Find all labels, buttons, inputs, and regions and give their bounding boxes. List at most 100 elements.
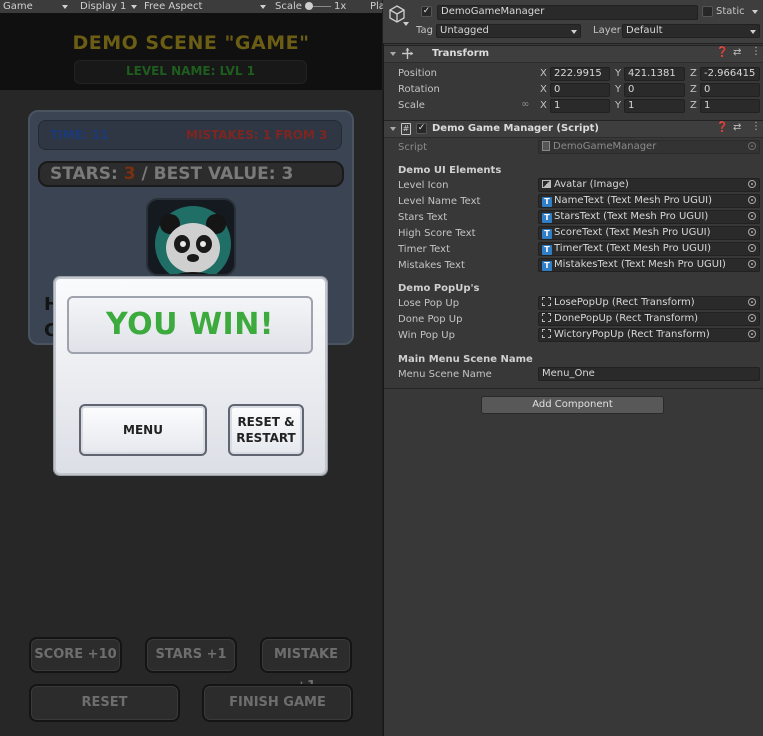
chevron-down-icon[interactable] [403,22,409,26]
object-picker-icon[interactable] [748,228,756,236]
help-icon[interactable]: ❓ [716,47,728,58]
panda-avatar [146,198,236,276]
aspect-dropdown[interactable]: Free Aspect [144,0,202,13]
stars-value: 3 [123,164,136,184]
foldout-arrow-icon[interactable] [390,52,396,56]
rotation-z-field[interactable]: 0 [700,83,760,97]
object-picker-icon[interactable] [748,330,756,338]
score-plus-10-button[interactable]: SCORE +10 [29,637,122,673]
image-icon [542,180,551,188]
chevron-down-icon [571,30,577,34]
object-picker-icon[interactable] [748,314,756,322]
mistakes-text: MISTAKES: 1 FROM 3 [186,128,328,142]
stars-text-field[interactable]: T StarsText (Text Mesh Pro UGUI) [538,210,760,224]
game-tab-dropdown[interactable]: Game [3,0,33,13]
chevron-down-icon [131,5,137,9]
reset-button[interactable]: RESET [29,684,180,722]
scale-x-field[interactable]: 1 [550,99,610,113]
object-name-field[interactable]: DemoGameManager [437,5,698,20]
field-label: Mistakes Text [398,260,465,271]
help-icon[interactable]: ❓ [716,122,728,133]
win-popup-field[interactable]: WictoryPopUp (Rect Transform) [538,328,760,342]
scale-y-field[interactable]: 1 [624,99,685,113]
position-y-field[interactable]: 421.1381 [624,67,685,81]
object-picker-icon[interactable] [748,212,756,220]
script-component-title: Demo Game Manager (Script) [432,123,599,134]
game-view-toolbar: Game Display 1 Free Aspect Scale 1x Pla [0,0,385,13]
menu-button[interactable]: MENU [79,404,207,456]
component-enabled-checkbox[interactable]: ✓ [416,123,427,134]
axis-y-label: Y [615,84,622,95]
object-picker-icon[interactable] [748,298,756,306]
rotation-label: Rotation [398,84,440,95]
object-picker-icon[interactable] [748,196,756,204]
level-name-text: LEVEL NAME: LVL 1 [125,64,256,78]
scale-slider-knob[interactable] [305,2,313,10]
script-value: DemoGameManager [553,141,657,152]
mistake-plus-1-button[interactable]: MISTAKE +1 [260,637,352,694]
field-value: Avatar (Image) [554,179,629,190]
active-checkbox[interactable]: ✓ [421,6,432,17]
stars-prefix: STARS: [50,164,124,184]
axis-z-label: Z [690,100,697,111]
context-menu-icon[interactable]: ⋮ [751,121,761,132]
gameobject-cube-icon [389,5,405,23]
field-label: Level Name Text [398,196,481,207]
demo-popups-header: Demo PopUp's [398,283,480,294]
script-label: Script [398,142,428,153]
finish-game-button[interactable]: FINISH GAME [202,684,353,722]
timer-text-field[interactable]: T TimerText (Text Mesh Pro UGUI) [538,242,760,256]
stars-plus-1-button[interactable]: STARS +1 [145,637,237,673]
chevron-down-icon[interactable] [752,10,758,14]
mistakes-text-field[interactable]: T MistakesText (Text Mesh Pro UGUI) [538,258,760,272]
foldout-arrow-icon[interactable] [390,127,396,131]
position-label: Position [398,68,437,79]
object-picker-icon[interactable] [748,260,756,268]
menu-scene-name-label: Menu Scene Name [398,369,492,380]
lose-popup-field[interactable]: LosePopUp (Rect Transform) [538,296,760,310]
field-value: WictoryPopUp (Rect Transform) [554,329,710,340]
axis-x-label: X [540,68,547,79]
position-z-field[interactable]: -2.966415 [700,67,760,81]
object-picker-icon[interactable] [748,180,756,188]
field-label: Level Icon [398,180,449,191]
layer-dropdown[interactable]: Default [622,24,760,38]
object-picker-icon[interactable] [748,244,756,252]
rotation-y-field[interactable]: 0 [624,83,685,97]
presets-icon[interactable]: ⇄ [733,122,741,133]
constrain-proportions-icon[interactable]: ∞ [521,99,529,110]
field-value: NameText (Text Mesh Pro UGUI) [554,195,712,206]
scene-title: DEMO SCENE "GAME" [72,32,310,54]
field-value: ScoreText (Text Mesh Pro UGUI) [554,227,711,238]
reset-restart-button[interactable]: RESET & RESTART [228,404,304,456]
scale-z-field[interactable]: 1 [700,99,760,113]
context-menu-icon[interactable]: ⋮ [751,46,761,57]
chevron-down-icon [750,30,756,34]
transform-title: Transform [432,48,490,59]
high-score-text-field[interactable]: T ScoreText (Text Mesh Pro UGUI) [538,226,760,240]
display-dropdown[interactable]: Display 1 [80,0,126,13]
presets-icon[interactable]: ⇄ [733,47,741,58]
field-value: TimerText (Text Mesh Pro UGUI) [554,243,712,254]
chevron-down-icon [62,5,68,9]
axis-x-label: X [540,100,547,111]
add-component-button[interactable]: Add Component [481,396,664,414]
tag-dropdown[interactable]: Untagged [436,24,581,38]
script-icon: # [401,123,411,135]
transform-icon [402,48,413,59]
rotation-x-field[interactable]: 0 [550,83,610,97]
rect-transform-icon [542,297,551,306]
restart-line-1: RESET & [237,415,295,429]
field-label: Done Pop Up [398,314,463,325]
level-icon-field[interactable]: Avatar (Image) [538,178,760,192]
rect-transform-icon [542,313,551,322]
static-checkbox[interactable] [702,6,713,17]
done-popup-field[interactable]: DonePopUp (Rect Transform) [538,312,760,326]
win-title: YOU WIN! [105,307,274,342]
panda-icon [155,206,231,274]
timer-text: TIME: 11 [50,128,109,142]
position-x-field[interactable]: 222.9915 [550,67,610,81]
demo-ui-elements-header: Demo UI Elements [398,165,502,176]
level-name-text-field[interactable]: T NameText (Text Mesh Pro UGUI) [538,194,760,208]
menu-scene-name-field[interactable]: Menu_One [538,367,760,381]
